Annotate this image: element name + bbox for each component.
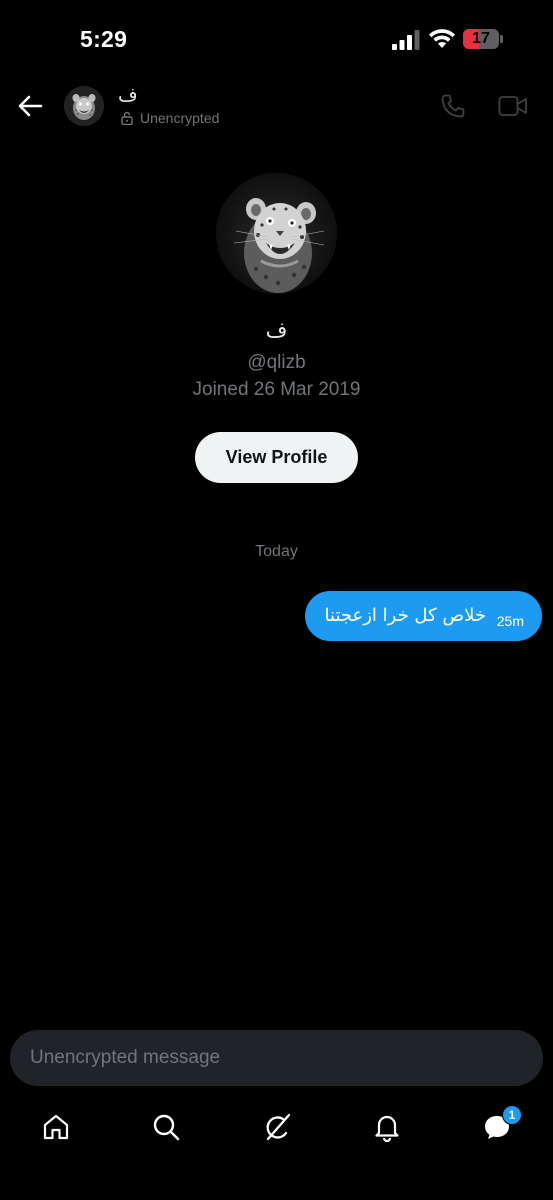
status-time: 5:29 xyxy=(80,26,128,52)
profile-name: ف xyxy=(265,318,288,342)
message-timestamp: 25m xyxy=(496,613,524,629)
battery-cap xyxy=(500,35,503,43)
message-bubble-outgoing[interactable]: خلاص كل خرا ازعجتنا 25m xyxy=(305,591,542,641)
grok-slash-icon xyxy=(266,1113,291,1141)
tab-home[interactable] xyxy=(41,1112,71,1142)
tab-grok[interactable] xyxy=(262,1112,292,1142)
encryption-status-label: Unencrypted xyxy=(140,110,220,126)
phone-icon[interactable] xyxy=(440,93,466,119)
leopard-avatar-image xyxy=(64,86,104,126)
battery-icon: 17 xyxy=(463,29,499,49)
messages-unread-badge: 1 xyxy=(502,1105,522,1125)
search-icon xyxy=(153,1114,180,1141)
profile-handle: @qlizb xyxy=(247,352,306,373)
contact-name[interactable]: ف xyxy=(118,84,138,106)
date-separator: Today xyxy=(255,543,298,560)
home-icon xyxy=(43,1114,69,1140)
message-text: خلاص كل خرا ازعجتنا xyxy=(324,605,486,626)
wifi-icon xyxy=(429,29,455,48)
encryption-status: Unencrypted xyxy=(120,109,219,127)
tab-notifications[interactable] xyxy=(372,1112,402,1143)
contact-avatar[interactable] xyxy=(64,86,104,126)
message-composer xyxy=(10,1030,543,1086)
message-input[interactable] xyxy=(30,1030,525,1086)
bell-icon xyxy=(375,1115,399,1143)
dm-conversation-screen: 5:29 17 ف Unencrypted ف @qlizb Joined 26… xyxy=(0,0,553,1200)
battery-level: 17 xyxy=(472,30,490,47)
status-bar: 5:29 17 xyxy=(0,0,553,80)
unlocked-padlock-icon xyxy=(121,111,133,125)
profile-joined-date: Joined 26 Mar 2019 xyxy=(192,379,361,400)
video-camera-icon[interactable] xyxy=(498,94,528,118)
arrow-left-icon[interactable] xyxy=(16,92,44,120)
view-profile-button[interactable]: View Profile xyxy=(195,432,358,483)
cellular-signal-icon xyxy=(392,30,420,50)
profile-avatar[interactable] xyxy=(216,173,337,294)
conversation-header: ف Unencrypted xyxy=(0,80,553,135)
leopard-avatar-image xyxy=(216,173,337,294)
bottom-tab-bar xyxy=(0,1100,553,1200)
tab-search[interactable] xyxy=(151,1112,181,1142)
